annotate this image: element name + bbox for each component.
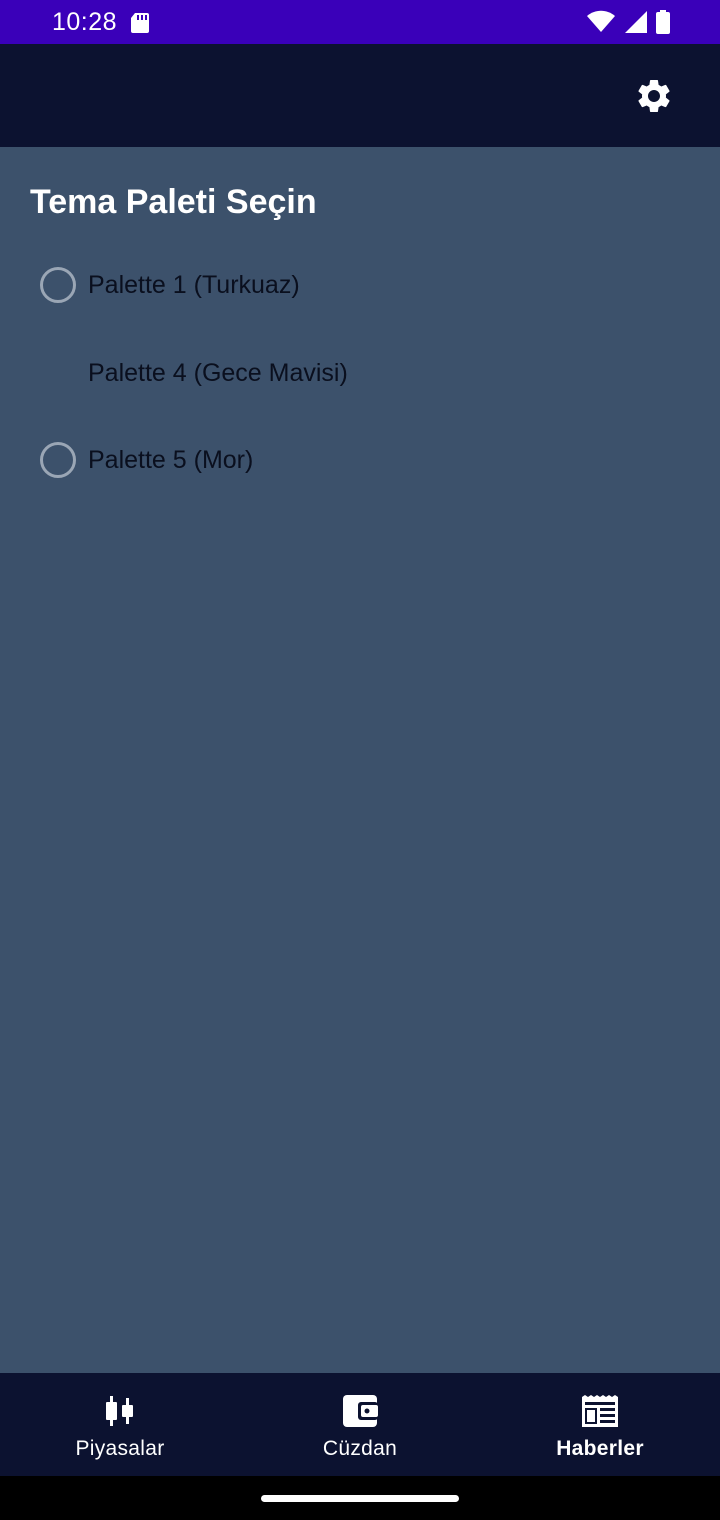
palette-option-label: Palette 5 (Mor) [88,445,254,474]
nav-item-piyasalar[interactable]: Piyasalar [0,1373,240,1476]
palette-option-label: Palette 1 (Turkuaz) [88,270,300,299]
page-title: Tema Paleti Seçin [30,183,317,221]
palette-option-label: Palette 4 (Gece Mavisi) [88,358,348,387]
nav-label: Piyasalar [75,1437,165,1460]
radio-button[interactable] [36,351,80,395]
sd-card-icon [131,13,149,33]
gear-icon [638,79,670,112]
signal-icon [625,11,647,33]
battery-icon [656,10,670,34]
radio-button[interactable] [36,263,80,307]
gesture-navigation-bar [0,1476,720,1520]
candlestick-chart-icon [100,1393,140,1429]
palette-option-mor[interactable]: Palette 5 (Mor) [36,432,253,488]
status-bar: 10:28 [0,0,720,44]
nav-label: Cüzdan [322,1437,398,1460]
app-bar [0,44,720,147]
bottom-navigation: Piyasalar Cüzdan Haberler [0,1373,720,1476]
status-time: 10:28 [52,8,118,36]
palette-option-turkuaz[interactable]: Palette 1 (Turkuaz) [36,257,300,313]
system-icons [586,10,670,34]
wallet-icon [340,1393,380,1429]
home-gesture-handle[interactable] [261,1495,459,1502]
settings-button[interactable] [632,74,676,118]
nav-item-haberler[interactable]: Haberler [480,1373,720,1476]
nav-item-cuzdan[interactable]: Cüzdan [240,1373,480,1476]
nav-label: Haberler [556,1437,644,1460]
wifi-icon [587,10,615,32]
newspaper-icon [580,1393,620,1429]
radio-button[interactable] [36,438,80,482]
theme-palette-screen: Tema Paleti Seçin Palette 1 (Turkuaz) Pa… [0,147,720,1373]
palette-option-gece-mavisi[interactable]: Palette 4 (Gece Mavisi) [36,345,348,401]
